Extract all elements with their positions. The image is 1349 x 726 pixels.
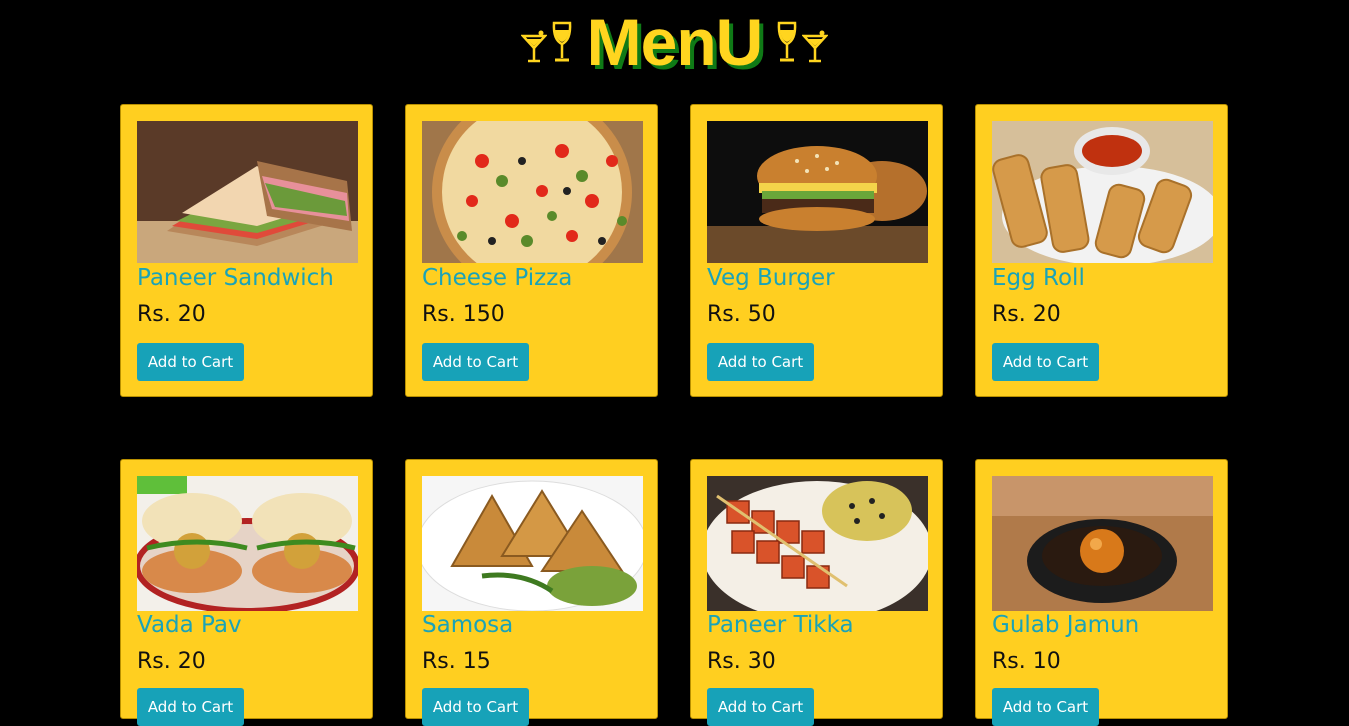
add-to-cart-button[interactable]: Add to Cart [422, 343, 529, 381]
gulab-jamun-image [992, 476, 1213, 611]
left-glass-group [520, 20, 573, 64]
header-inner: MenU [520, 5, 829, 79]
menu-card-veg-burger: Veg Burger Rs. 50 Add to Cart [690, 104, 943, 397]
item-name: Vada Pav [137, 612, 242, 638]
item-price: Rs. 30 [707, 649, 776, 674]
item-price: Rs. 20 [137, 302, 206, 327]
wine-glass-icon [551, 20, 573, 64]
item-price: Rs. 10 [992, 649, 1061, 674]
menu-card-paneer-sandwich: Paneer Sandwich Rs. 20 Add to Cart [120, 104, 373, 397]
add-to-cart-button[interactable]: Add to Cart [137, 343, 244, 381]
sandwich-image [137, 121, 358, 263]
add-to-cart-button[interactable]: Add to Cart [707, 343, 814, 381]
paneer-tikka-image [707, 476, 928, 611]
item-name: Cheese Pizza [422, 265, 573, 291]
item-name: Egg Roll [992, 265, 1085, 291]
cocktail-glass-icon [520, 28, 547, 64]
menu-card-vada-pav: Vada Pav Rs. 20 Add to Cart [120, 459, 373, 726]
item-price: Rs. 50 [707, 302, 776, 327]
item-name: Paneer Tikka [707, 612, 854, 638]
menu-card-cheese-pizza: Cheese Pizza Rs. 150 Add to Cart [405, 104, 658, 397]
menu-card-samosa: Samosa Rs. 15 Add to Cart [405, 459, 658, 726]
item-name: Paneer Sandwich [137, 265, 334, 291]
add-to-cart-button[interactable]: Add to Cart [992, 343, 1099, 381]
item-price: Rs. 20 [137, 649, 206, 674]
burger-image [707, 121, 928, 263]
right-glass-group [776, 20, 829, 64]
page-title: MenU [586, 5, 764, 79]
item-price: Rs. 150 [422, 302, 505, 327]
item-name: Veg Burger [707, 265, 835, 291]
page-header: MenU [0, 0, 1349, 90]
add-to-cart-button[interactable]: Add to Cart [992, 688, 1099, 726]
menu-card-paneer-tikka: Paneer Tikka Rs. 30 Add to Cart [690, 459, 943, 726]
item-price: Rs. 15 [422, 649, 491, 674]
add-to-cart-button[interactable]: Add to Cart [422, 688, 529, 726]
item-name: Samosa [422, 612, 514, 638]
menu-card-gulab-jamun: Gulab Jamun Rs. 10 Add to Cart [975, 459, 1228, 726]
cocktail-glass-icon [802, 28, 829, 64]
wine-glass-icon [776, 20, 798, 64]
samosa-image [422, 476, 643, 611]
vada-pav-image [137, 476, 358, 611]
item-price: Rs. 20 [992, 302, 1061, 327]
item-name: Gulab Jamun [992, 612, 1140, 638]
egg-roll-image [992, 121, 1213, 263]
add-to-cart-button[interactable]: Add to Cart [707, 688, 814, 726]
add-to-cart-button[interactable]: Add to Cart [137, 688, 244, 726]
pizza-image [422, 121, 643, 263]
menu-card-egg-roll: Egg Roll Rs. 20 Add to Cart [975, 104, 1228, 397]
